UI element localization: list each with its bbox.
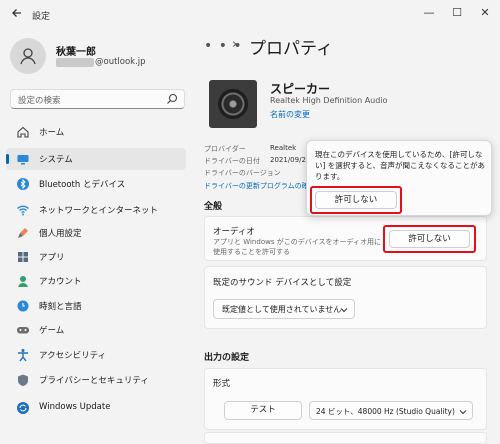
next-card bbox=[204, 432, 487, 444]
sidebar-item[interactable]: Windows Update bbox=[6, 397, 186, 419]
sidebar-item-label: アカウント bbox=[39, 277, 82, 287]
breadcrumb-chevron-icon: › bbox=[232, 37, 238, 52]
prop-value: 2021/09/2 bbox=[270, 156, 306, 164]
sidebar-item[interactable]: 個人用設定 bbox=[6, 222, 186, 244]
sidebar-item-label: ホーム bbox=[39, 128, 65, 138]
sidebar-item-label: ネットワークとインターネット bbox=[39, 206, 159, 216]
shield-icon bbox=[18, 374, 28, 386]
sidebar-item-label: 時刻と言語 bbox=[39, 302, 82, 312]
avatar[interactable] bbox=[10, 38, 46, 74]
test-button[interactable]: テスト bbox=[224, 401, 302, 420]
email-redaction bbox=[56, 58, 94, 67]
speaker-icon bbox=[218, 89, 248, 119]
audio-title: オーディオ bbox=[213, 227, 255, 237]
sidebar-item-label: Bluetooth とデバイス bbox=[39, 180, 126, 190]
sidebar-item[interactable]: アプリ bbox=[6, 246, 186, 268]
rename-link[interactable]: 名前の変更 bbox=[270, 109, 310, 120]
title-bar: 設定 — ☐ ✕ bbox=[0, 0, 500, 30]
audio-description: アプリと Windows がこのデバイスをオーディオ用に使用することを許可する bbox=[213, 238, 381, 256]
user-name: 秋葉一郎 bbox=[56, 47, 96, 58]
system-icon bbox=[17, 155, 29, 165]
sidebar-item[interactable]: アクセシビリティ bbox=[6, 344, 186, 366]
dropdown-value: 既定値として使用されていません bbox=[222, 305, 342, 314]
sidebar-item-label: プライバシーとセキュリティ bbox=[39, 376, 149, 386]
disallow-button[interactable]: 許可しない bbox=[389, 230, 470, 248]
driver-update-link[interactable]: ドライバーの更新プログラムの確認 bbox=[204, 181, 316, 191]
device-subtitle: Realtek High Definition Audio bbox=[270, 96, 388, 105]
format-title: 形式 bbox=[213, 379, 231, 389]
minimize-button[interactable]: — bbox=[418, 4, 440, 22]
sidebar-item[interactable]: ゲーム bbox=[6, 319, 186, 341]
maximize-button[interactable]: ☐ bbox=[446, 4, 468, 22]
gamepad-icon bbox=[17, 327, 29, 334]
sidebar-item[interactable]: ホーム bbox=[6, 121, 186, 143]
sidebar-item[interactable]: アカウント bbox=[6, 270, 186, 292]
bluetooth-icon bbox=[17, 178, 29, 190]
sidebar-item[interactable]: Bluetooth とデバイス bbox=[6, 173, 186, 195]
update-icon bbox=[17, 402, 29, 414]
arrow-left-icon bbox=[12, 9, 21, 17]
close-button[interactable]: ✕ bbox=[474, 4, 496, 22]
sidebar-item[interactable]: プライバシーとセキュリティ bbox=[6, 369, 186, 391]
chevron-down-icon bbox=[459, 410, 467, 415]
default-device-title: 既定のサウンド デバイスとして設定 bbox=[213, 278, 352, 288]
popup-message: 現在このデバイスを使用しているため、[許可しない] を選択すると、音声が聞こえな… bbox=[315, 150, 486, 181]
sidebar-item[interactable]: 時刻と言語 bbox=[6, 295, 186, 317]
sidebar-item-label: ゲーム bbox=[39, 326, 65, 336]
chevron-down-icon bbox=[340, 308, 348, 313]
sidebar-item-label: Windows Update bbox=[39, 402, 111, 412]
search-icon bbox=[167, 93, 178, 104]
accessibility-icon bbox=[18, 349, 28, 362]
globe-clock-icon bbox=[17, 300, 29, 312]
search-placeholder: 設定の検索 bbox=[18, 96, 61, 106]
output-heading: 出力の設定 bbox=[204, 353, 250, 363]
user-email: @outlook.jp bbox=[95, 57, 146, 67]
sidebar-item-label: システム bbox=[39, 155, 73, 165]
prop-key: プロバイダー bbox=[204, 145, 246, 153]
prop-key: ドライバーの日付 bbox=[204, 157, 260, 165]
brush-icon bbox=[18, 228, 28, 238]
app-title: 設定 bbox=[32, 12, 51, 22]
sidebar-item-label: アプリ bbox=[39, 253, 65, 263]
back-button[interactable] bbox=[8, 6, 26, 24]
general-heading: 全般 bbox=[204, 202, 223, 212]
wifi-icon bbox=[17, 205, 29, 216]
prop-key: ドライバーのバージョン bbox=[204, 169, 281, 177]
prop-value: Realtek bbox=[270, 144, 297, 152]
speaker-device-image bbox=[209, 80, 257, 128]
sidebar-item-label: アクセシビリティ bbox=[39, 351, 107, 361]
format-value: 24 ビット、48000 Hz (Studio Quality) bbox=[316, 407, 455, 416]
search-input[interactable]: 設定の検索 bbox=[10, 89, 185, 109]
user-icon bbox=[20, 48, 36, 65]
popup-disallow-button[interactable]: 許可しない bbox=[315, 191, 397, 209]
apps-icon bbox=[18, 252, 28, 262]
device-name: スピーカー bbox=[270, 82, 331, 96]
sidebar-item-label: 個人用設定 bbox=[39, 229, 82, 239]
format-card bbox=[204, 368, 487, 430]
sidebar-item[interactable]: ネットワークとインターネット bbox=[6, 199, 186, 221]
home-icon bbox=[17, 126, 29, 138]
default-device-dropdown[interactable]: 既定値として使用されていません bbox=[213, 299, 355, 319]
page-title: プロパティ bbox=[249, 39, 333, 59]
format-dropdown[interactable]: 24 ビット、48000 Hz (Studio Quality) bbox=[309, 401, 473, 420]
account-icon bbox=[18, 276, 28, 287]
sidebar-item[interactable]: システム bbox=[6, 148, 186, 170]
